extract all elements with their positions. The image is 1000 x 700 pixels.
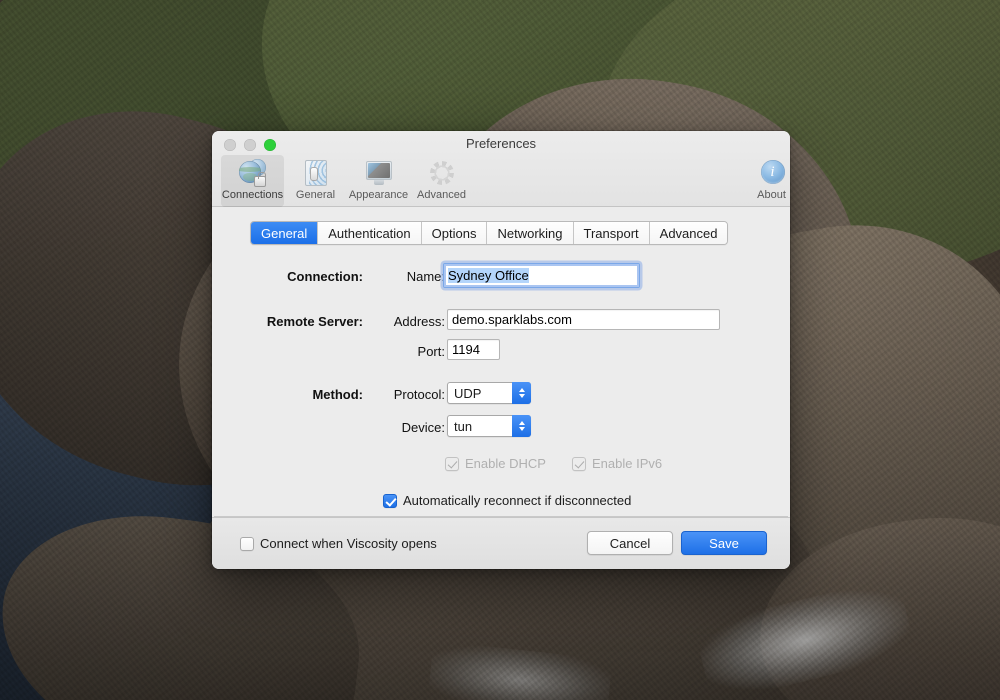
window-titlebar[interactable]: Preferences Connections General Appearan…: [212, 131, 790, 207]
settings-tab-bar: General Authentication Options Networkin…: [250, 221, 729, 245]
name-label-wrap: Name:: [373, 269, 445, 284]
enable-ipv6-checkbox: [572, 456, 586, 471]
connect-on-open-label: Connect when Viscosity opens: [260, 536, 437, 551]
toolbar-item-connections[interactable]: Connections: [221, 155, 284, 207]
protocol-label-wrap: Protocol:: [373, 387, 445, 402]
protocol-label: Protocol:: [393, 387, 445, 402]
connect-on-open-checkbox[interactable]: [240, 536, 254, 551]
tab-options[interactable]: Options: [421, 222, 488, 244]
enable-ipv6-checkbox-row: Enable IPv6: [572, 456, 662, 471]
toolbar-label-general: General: [295, 189, 336, 201]
window-title: Preferences: [465, 136, 537, 151]
connection-name-input[interactable]: Sydney Office: [443, 263, 640, 288]
preferences-panel-icon: [301, 158, 331, 188]
cancel-button[interactable]: Cancel: [587, 531, 673, 555]
address-label-wrap: Address:: [373, 314, 445, 329]
chevron-updown-icon[interactable]: [512, 415, 531, 437]
server-address-input[interactable]: demo.sparklabs.com: [447, 309, 720, 330]
remote-server-group-label-wrap: Remote Server:: [213, 314, 363, 329]
toolbar-item-advanced[interactable]: Advanced: [410, 155, 473, 207]
auto-reconnect-checkbox-row[interactable]: Automatically reconnect if disconnected: [383, 493, 631, 508]
tab-general[interactable]: General: [251, 222, 319, 244]
toolbar-item-about[interactable]: i About: [740, 155, 790, 207]
auto-reconnect-checkbox[interactable]: [383, 493, 397, 508]
toolbar-label-about: About: [757, 189, 786, 201]
preferences-content: General Authentication Options Networkin…: [212, 207, 790, 517]
connect-on-open-checkbox-row[interactable]: Connect when Viscosity opens: [240, 536, 437, 551]
device-value: tun: [454, 418, 473, 434]
globe-lock-icon: [238, 158, 268, 188]
connection-group-label-wrap: Connection:: [213, 269, 363, 284]
tab-transport[interactable]: Transport: [573, 222, 650, 244]
dialog-footer: Connect when Viscosity opens Cancel Save: [212, 517, 790, 569]
remote-server-group-label: Remote Server:: [266, 314, 363, 329]
address-label: Address:: [393, 314, 445, 329]
tab-advanced[interactable]: Advanced: [649, 222, 728, 244]
save-button[interactable]: Save: [681, 531, 767, 555]
protocol-value: UDP: [454, 385, 482, 401]
protocol-popup-button[interactable]: UDP: [447, 382, 531, 404]
connection-name-value: Sydney Office: [448, 268, 529, 283]
server-port-value: 1194: [452, 342, 480, 357]
enable-dhcp-checkbox: [445, 456, 459, 471]
server-port-input[interactable]: 1194: [447, 339, 500, 360]
tab-authentication[interactable]: Authentication: [318, 222, 422, 244]
enable-dhcp-checkbox-row: Enable DHCP: [445, 456, 546, 471]
chevron-updown-icon[interactable]: [512, 382, 531, 404]
toolbar: Connections General Appearance Advanced …: [212, 155, 790, 207]
toolbar-label-advanced: Advanced: [417, 189, 466, 201]
port-label-wrap: Port:: [373, 344, 445, 359]
toolbar-label-appearance: Appearance: [348, 189, 409, 201]
preferences-window: Preferences Connections General Appearan…: [212, 131, 790, 569]
tab-networking[interactable]: Networking: [487, 222, 574, 244]
device-label-wrap: Device:: [373, 420, 445, 435]
connection-group-label: Connection:: [287, 269, 363, 284]
info-circle-icon: i: [757, 158, 787, 188]
server-address-value: demo.sparklabs.com: [452, 312, 572, 327]
connection-settings-sheet: General Authentication Options Networkin…: [213, 207, 789, 517]
device-label: Device:: [401, 420, 445, 435]
toolbar-label-connections: Connections: [221, 189, 284, 201]
enable-ipv6-label: Enable IPv6: [592, 456, 663, 471]
auto-reconnect-label: Automatically reconnect if disconnected: [403, 493, 632, 508]
device-popup-button[interactable]: tun: [447, 415, 531, 437]
method-group-label: Method:: [312, 387, 363, 402]
method-group-label-wrap: Method:: [213, 387, 363, 402]
port-label: Port:: [417, 344, 445, 359]
gear-icon: [427, 158, 457, 188]
enable-dhcp-label: Enable DHCP: [465, 456, 546, 471]
name-label: Name:: [406, 269, 445, 284]
toolbar-item-general[interactable]: General: [284, 155, 347, 207]
display-monitor-icon: [364, 158, 394, 188]
toolbar-item-appearance[interactable]: Appearance: [347, 155, 410, 207]
